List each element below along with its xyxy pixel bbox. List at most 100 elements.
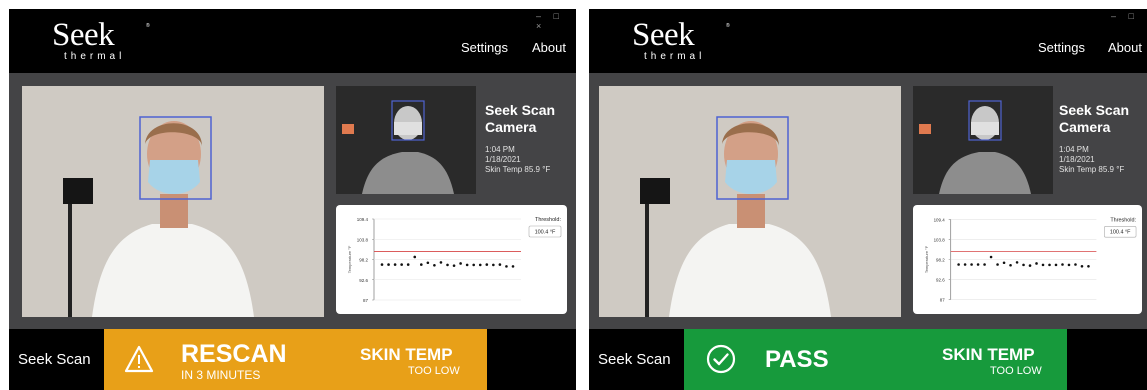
data-point <box>976 263 980 266</box>
logo-word: Seek <box>632 17 695 53</box>
camera-title-line1: Seek Scan <box>485 102 556 118</box>
y-tick-label: 98.2 <box>359 258 368 263</box>
reason-line1: SKIN TEMP <box>942 345 1035 364</box>
threshold-value: 100.4 °F <box>1110 230 1131 236</box>
nav-about[interactable]: About <box>1108 40 1142 55</box>
temperature-graph: 109.4 103.8 98.2 92.6 87 Temperature °F Thresh… <box>336 205 567 314</box>
data-point <box>1080 265 1084 268</box>
threshold-label: Threshold: <box>535 217 561 223</box>
threshold-value: 100.4 °F <box>535 230 556 236</box>
data-point <box>400 263 403 266</box>
thermal-image <box>336 86 476 194</box>
data-point <box>957 263 960 266</box>
camera-title: Seek Scan Camera <box>485 102 555 136</box>
camera-title-line2: Camera <box>1059 119 1111 135</box>
data-point <box>452 264 456 267</box>
bottom-status-bar: Seek Scan RESCAN IN 3 MINUTES SKIN TEMP … <box>9 329 576 390</box>
data-point <box>472 263 475 267</box>
data-point <box>387 263 390 266</box>
data-point <box>478 263 482 267</box>
y-axis-label: Temperature °F <box>924 245 929 273</box>
data-point <box>505 265 508 268</box>
camera-title-line2: Camera <box>485 119 537 135</box>
window-controls[interactable]: – □ <box>1111 11 1139 21</box>
logo-sub: thermal <box>644 51 706 62</box>
y-tick-label: 109.4 <box>934 217 946 222</box>
temperature-graph: 109.4 103.8 98.2 92.6 87 Temperature °F Thresh… <box>913 205 1142 314</box>
thermal-camera-view <box>913 86 1053 194</box>
temperature-chart: 109.4 103.8 98.2 92.6 87 Temperature °F Thresh… <box>924 217 1137 303</box>
skin-temp-reading: Skin Temp 85.9 °F <box>485 165 551 174</box>
top-bar: Seek thermal ® – □ Settings About <box>589 9 1147 73</box>
status-text: PASS <box>765 346 829 373</box>
data-point <box>1002 261 1006 265</box>
app-window-rescan: Seek thermal ® – □ × Settings About Seek… <box>9 9 576 390</box>
y-tick-label: 109.4 <box>357 217 369 222</box>
rescan-banner: RESCAN IN 3 MINUTES SKIN TEMP TOO LOW <box>104 329 487 390</box>
y-tick-label: 87 <box>940 298 945 303</box>
nav-settings[interactable]: Settings <box>1038 40 1085 55</box>
status-text: RESCAN <box>181 340 287 368</box>
scan-time: 1:04 PM <box>485 145 515 154</box>
data-point <box>1067 263 1071 267</box>
camera-info: 1:04 PM 1/18/2021 Skin Temp 85.9 °F <box>1059 145 1124 175</box>
data-point <box>420 263 423 266</box>
data-point <box>492 263 495 267</box>
data-point <box>459 262 462 265</box>
data-point <box>1054 263 1058 267</box>
check-circle-icon <box>706 344 736 374</box>
nav-about[interactable]: About <box>532 40 566 55</box>
app-window-pass: Seek thermal ® – □ Settings About Seek S… <box>589 9 1147 390</box>
data-point <box>996 263 999 266</box>
threshold-label: Threshold: <box>1110 217 1136 223</box>
data-point <box>413 255 417 259</box>
seek-scan-logo: Seek Scan <box>598 351 671 368</box>
y-axis-label: Temperature °F <box>347 245 352 273</box>
data-point <box>1015 261 1019 264</box>
data-point <box>485 263 489 266</box>
camera-video-feed <box>22 86 324 317</box>
person-photo <box>22 86 324 317</box>
data-point <box>426 261 430 265</box>
camera-title-line1: Seek Scan <box>1059 102 1130 118</box>
data-point <box>970 263 973 266</box>
y-tick-label: 92.6 <box>936 278 945 283</box>
data-point <box>439 261 443 264</box>
data-point <box>989 255 993 259</box>
data-point <box>1041 263 1045 267</box>
camera-title: Seek Scan Camera <box>1059 102 1129 136</box>
person-photo <box>599 86 901 317</box>
logo-sub: thermal <box>64 51 126 62</box>
seek-thermal-logo: Seek thermal ® <box>632 17 730 63</box>
thermal-camera-view <box>336 86 476 194</box>
seek-thermal-logo: Seek thermal ® <box>52 17 150 63</box>
data-point <box>1087 265 1090 268</box>
warning-icon <box>124 345 154 373</box>
status-detail: IN 3 MINUTES <box>181 368 261 382</box>
logo-word: Seek <box>52 17 115 53</box>
window-controls[interactable]: – □ × <box>536 11 576 31</box>
data-point <box>511 265 515 268</box>
data-point <box>983 263 986 266</box>
nav-settings[interactable]: Settings <box>461 40 508 55</box>
scan-time: 1:04 PM <box>1059 145 1089 154</box>
data-point <box>1035 262 1038 265</box>
top-bar: Seek thermal ® – □ × Settings About <box>9 9 576 73</box>
data-point <box>963 263 967 266</box>
camera-info: 1:04 PM 1/18/2021 Skin Temp 85.9 °F <box>485 145 550 175</box>
data-point <box>1074 263 1077 266</box>
data-point <box>393 263 397 266</box>
temperature-chart: 109.4 103.8 98.2 92.6 87 Temperature °F Thresh… <box>347 217 561 303</box>
data-point <box>433 263 436 267</box>
reason-line2: TOO LOW <box>990 365 1042 377</box>
data-point <box>1028 264 1032 267</box>
scan-date: 1/18/2021 <box>1059 155 1095 164</box>
data-point <box>1061 263 1064 266</box>
data-point <box>380 263 384 266</box>
logo-registered-mark: ® <box>726 23 730 29</box>
y-tick-label: 98.2 <box>936 257 945 262</box>
data-point <box>446 263 449 267</box>
seek-scan-logo: Seek Scan <box>18 351 91 368</box>
data-point <box>498 263 502 266</box>
y-tick-label: 87 <box>363 298 369 303</box>
